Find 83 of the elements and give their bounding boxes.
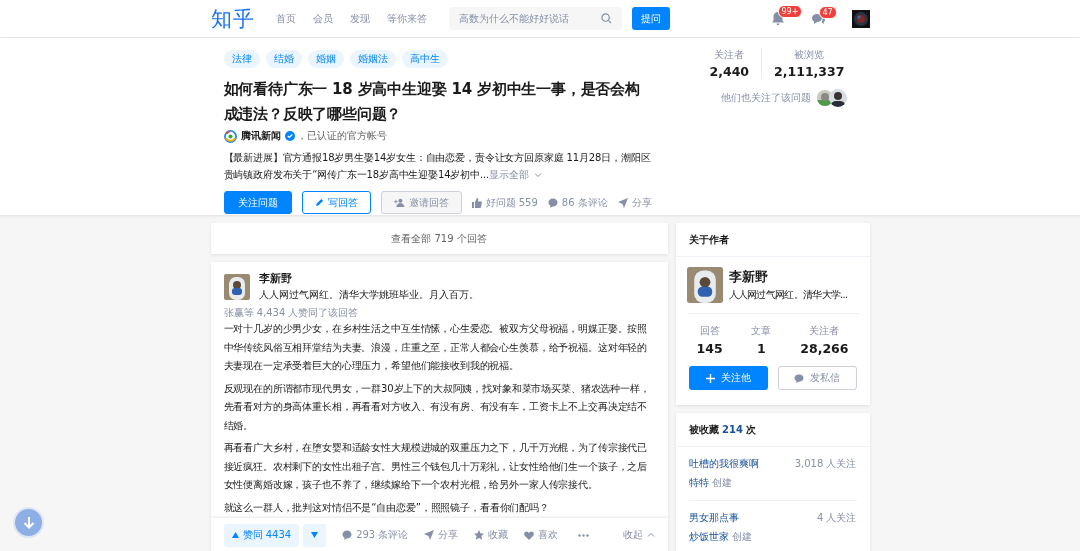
show-all-link[interactable]: 显示全部: [489, 169, 543, 180]
topic-tag[interactable]: 高中生: [401, 50, 448, 68]
topic-tag[interactable]: 婚姻: [307, 50, 344, 68]
add-person-icon: [393, 198, 405, 207]
stat-label: 回答: [699, 324, 720, 338]
down-arrow-button[interactable]: [13, 507, 44, 538]
answer-paragraph: 就这么一群人，批判这对情侣不是“自由恋爱”，照照镜子，看看你们配吗？: [223, 500, 550, 515]
answer-paragraph: 再看看广大乡村，在堕女婴和适龄女性大规模进城的双重压力之下，几千万光棍，为了传宗接代已接近疯狂。农村剩下的女性出租子宫。男性三个钱包几十万彩礼，让女性给他们生一个孩子，之后女性便离婚改嫁，孩子也不养了，继续嫁给下一个农村光棍，给另外一家人传宗接代。: [223, 441, 649, 492]
comments-button[interactable]: 293 条评论: [342, 528, 409, 542]
paper-plane-icon: [424, 530, 435, 540]
comments-button[interactable]: 86 条评论: [547, 195, 608, 210]
stat-value: 28,266: [800, 341, 849, 356]
collection-link[interactable]: 男女那点事: [688, 511, 739, 525]
message-button[interactable]: 发私信: [777, 366, 857, 390]
notification-badge: 99+: [777, 5, 803, 18]
nav-link[interactable]: 首页: [275, 11, 296, 26]
news-logo-icon: [223, 129, 237, 143]
collection-link[interactable]: 吐槽的我很爽啊: [688, 457, 759, 471]
card-title: 关于作者: [675, 223, 870, 257]
collection-followers: 4 人关注: [816, 511, 857, 525]
follow-question-button[interactable]: 关注问题: [223, 191, 292, 214]
search-icon[interactable]: [600, 13, 612, 24]
nav-link[interactable]: 发现: [349, 11, 370, 26]
topic-tag[interactable]: 婚姻法: [349, 50, 396, 68]
stat-label: 被浏览: [794, 48, 825, 62]
logo[interactable]: 知乎: [210, 4, 255, 33]
thumbs-up-icon: [471, 197, 482, 208]
like-button[interactable]: 喜欢: [524, 528, 559, 542]
heart-icon: [524, 530, 535, 540]
stat-label: 文章: [751, 324, 772, 338]
star-icon: [474, 530, 485, 540]
author-bio: 人人网过气网红。清华大学...: [728, 288, 848, 302]
triangle-down-icon: [311, 532, 319, 538]
nav-link[interactable]: 会员: [312, 11, 333, 26]
created-label: 创建: [711, 477, 732, 488]
creator-link[interactable]: 炒饭世家: [688, 531, 729, 542]
created-label: 创建: [731, 531, 752, 542]
comment-icon: [547, 197, 558, 208]
view-all-answers-link[interactable]: 查看全部 719 个回答: [210, 223, 668, 254]
author-name[interactable]: 李新野: [728, 268, 848, 286]
collect-button[interactable]: 收藏: [474, 528, 509, 542]
downvote-button[interactable]: [303, 523, 327, 547]
card-title: 被收藏 214 次: [688, 422, 757, 437]
message-badge: 47: [818, 5, 837, 19]
answer-author-name[interactable]: 李新野: [258, 272, 479, 286]
stat-value: 145: [696, 341, 723, 356]
answer-paragraph: 一对十几岁的少男少女，在乡村生活之中互生情愫，心生爱恋。被双方父母祝福，明媒正娶。按照中华传统风俗互相拜堂结为夫妻。浪漫，庄重之至，正常人都会心生羡慕，给予祝福。这对年轻的夫妻现在一定承受着巨大的心理压力，希望他们能接收到我的祝福。: [223, 322, 649, 373]
answer-author-bio: 人人网过气网红。清华大学姚班毕业。月入百万。: [258, 288, 479, 302]
chat-bubble-icon: [794, 373, 804, 383]
nav-link[interactable]: 等你来答: [386, 11, 427, 26]
paper-plane-icon: [617, 197, 628, 208]
collection-followers: 3,018 人关注: [794, 457, 857, 471]
plus-icon: [705, 373, 715, 383]
question-title: 如何看待广东一 18 岁高中生迎娶 14 岁初中生一事，是否会构成违法？反映了哪些问题？: [223, 79, 641, 125]
stat-value: 1: [757, 341, 766, 356]
chevron-up-icon: [646, 532, 655, 538]
stat-value: 2,111,337: [774, 64, 845, 79]
voters-line[interactable]: 张赢等 4,434 人赞同了该回答: [223, 306, 655, 320]
search-field[interactable]: 高数为什么不能好好说话: [448, 7, 622, 30]
collapse-button[interactable]: 收起: [622, 528, 655, 542]
good-question-button[interactable]: 好问题 559: [471, 195, 538, 210]
more-icon[interactable]: [578, 533, 590, 537]
answer-paragraph: 反观现在的所谓都市现代男女，一群30岁上下的大叔阿姨，找对象和菜市场买菜、猪农选种一样，先看看对方的身高体重长相，再看看对方收入、有没有房、有没有车，工资卡上不上交再决定结不结婚。: [223, 381, 651, 433]
ask-button[interactable]: 提问: [631, 7, 670, 30]
follow-author-button[interactable]: 关注他: [688, 366, 768, 390]
upvote-button[interactable]: 赞同 4434: [223, 523, 300, 547]
triangle-up-icon: [231, 532, 239, 538]
topic-tag[interactable]: 结婚: [265, 50, 302, 68]
write-answer-button[interactable]: 写回答: [301, 191, 371, 214]
stat-value: 2,440: [709, 64, 750, 79]
pencil-icon: [314, 198, 324, 207]
invite-button[interactable]: 邀请回答: [380, 191, 462, 214]
followers-note: 他们也关注了该问题: [721, 91, 811, 105]
stat-label: 关注者: [809, 324, 840, 338]
share-button[interactable]: 分享: [424, 528, 459, 542]
comment-icon: [342, 530, 353, 540]
author-name[interactable]: 腾讯新闻: [240, 129, 281, 143]
creator-link[interactable]: 特特: [688, 477, 709, 488]
stat-label: 关注者: [714, 48, 745, 62]
author-note: ，已认证的官方帐号: [296, 129, 387, 143]
share-button[interactable]: 分享: [617, 195, 652, 210]
topic-tag[interactable]: 法律: [223, 50, 260, 68]
question-excerpt: 【最新进展】官方通报18岁男生娶14岁女生：自由恋爱，责令让女方回原家庭 11月28日，潮阳区贵屿镇政府发布关于“网传广东一18岁高中生迎娶14岁初中...显示全部: [223, 151, 652, 182]
